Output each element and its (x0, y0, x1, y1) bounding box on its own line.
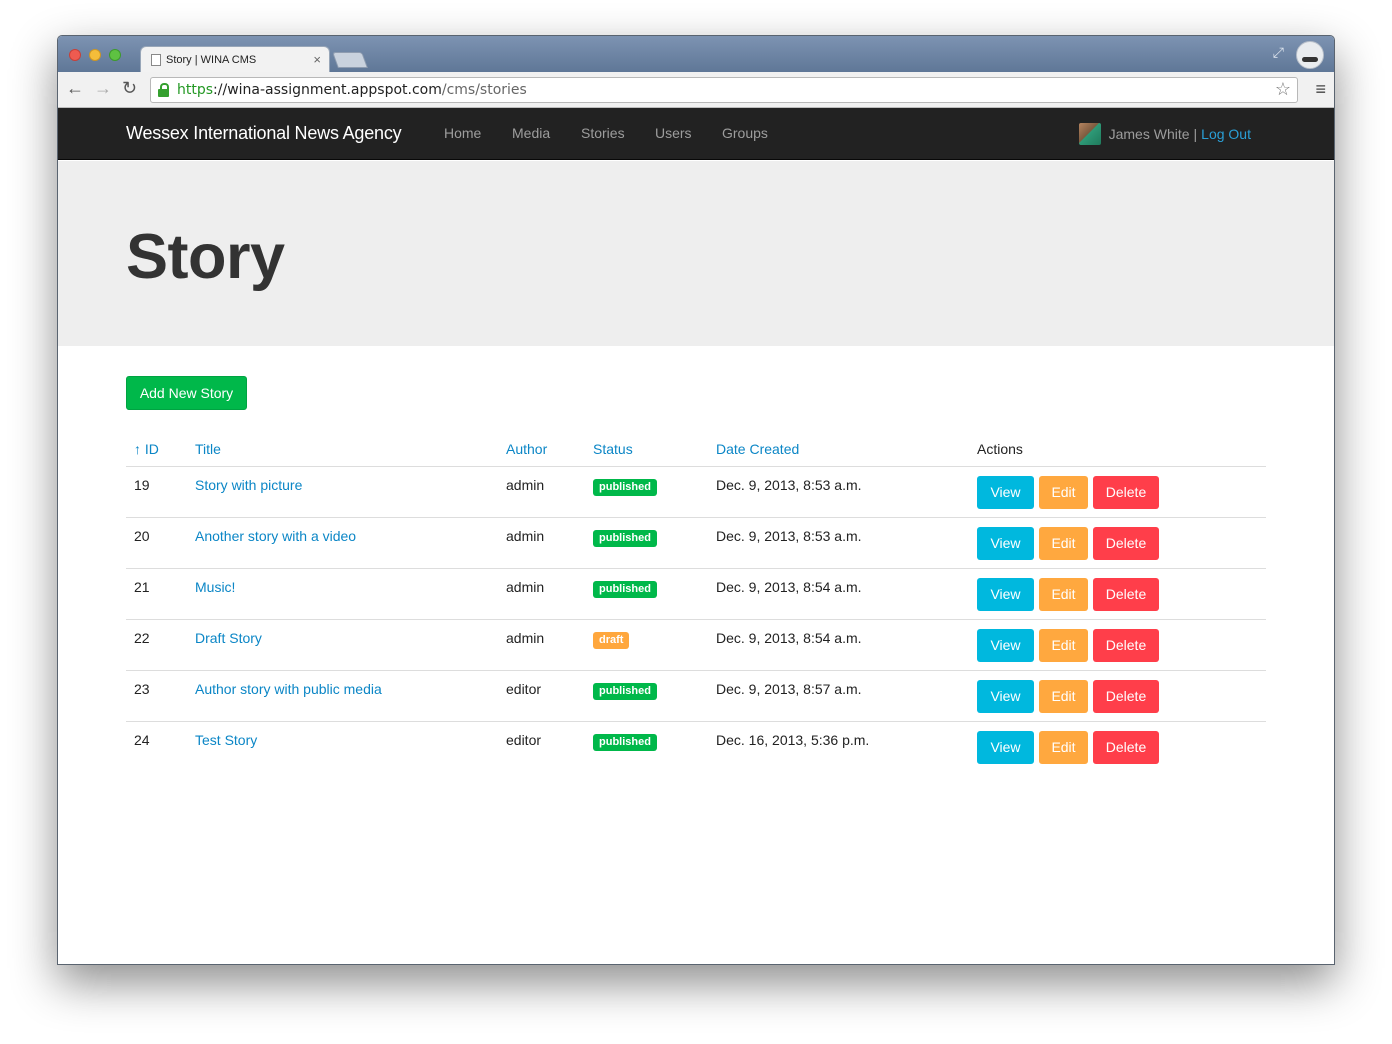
delete-button[interactable]: Delete (1093, 527, 1159, 560)
row-author: admin (506, 579, 545, 595)
edit-button[interactable]: Edit (1039, 629, 1088, 662)
brand-link[interactable]: Wessex International News Agency (126, 123, 402, 144)
table-row: 20 Another story with a video admin publ… (126, 518, 1266, 569)
browser-menu-icon[interactable]: ≡ (1315, 79, 1326, 100)
nav-link-users[interactable]: Users (655, 125, 692, 141)
browser-tab[interactable]: Story | WINA CMS × (140, 46, 330, 73)
status-badge: draft (593, 632, 630, 649)
page-icon (151, 54, 161, 66)
status-badge: published (593, 530, 657, 547)
column-header-author[interactable]: Author (506, 441, 547, 457)
incognito-icon (1296, 41, 1324, 69)
bookmark-star-icon[interactable]: ☆ (1275, 79, 1291, 100)
fullscreen-icon[interactable]: ⤢ (1273, 44, 1284, 61)
reload-icon[interactable]: ↻ (122, 78, 137, 99)
column-header-title[interactable]: Title (195, 441, 221, 457)
row-date-created: Dec. 9, 2013, 8:57 a.m. (716, 681, 862, 697)
table-row: 19 Story with picture admin published De… (126, 467, 1266, 518)
row-title-link[interactable]: Another story with a video (195, 528, 356, 544)
nav-link-media[interactable]: Media (512, 125, 550, 141)
column-header-id[interactable]: ↑ ID (134, 441, 159, 457)
user-name: James White (1108, 126, 1190, 142)
view-button[interactable]: View (977, 476, 1034, 509)
view-button[interactable]: View (977, 527, 1034, 560)
user-separator: | (1193, 126, 1198, 142)
nav-link-groups[interactable]: Groups (722, 125, 768, 141)
window-maximize-button[interactable] (109, 49, 121, 61)
delete-button[interactable]: Delete (1093, 629, 1159, 662)
table-row: 23 Author story with public media editor… (126, 671, 1266, 722)
row-title-link[interactable]: Author story with public media (195, 681, 382, 697)
delete-button[interactable]: Delete (1093, 731, 1159, 764)
row-id: 21 (134, 579, 150, 595)
status-badge: published (593, 479, 657, 496)
row-title-link[interactable]: Test Story (195, 732, 257, 748)
row-author: editor (506, 681, 542, 697)
view-button[interactable]: View (977, 731, 1034, 764)
row-title-link[interactable]: Story with picture (195, 477, 302, 493)
title-bar: Story | WINA CMS × ⤢ (58, 36, 1334, 73)
row-author: admin (506, 630, 545, 646)
forward-arrow-icon[interactable]: → (94, 78, 112, 99)
page-header: Story (58, 161, 1334, 346)
delete-button[interactable]: Delete (1093, 578, 1159, 611)
site-navbar: Wessex International News Agency Home Me… (58, 108, 1334, 160)
row-author: admin (506, 477, 545, 493)
delete-button[interactable]: Delete (1093, 476, 1159, 509)
row-author: admin (506, 528, 545, 544)
nav-link-home[interactable]: Home (444, 125, 481, 141)
window-minimize-button[interactable] (89, 49, 101, 61)
browser-toolbar: ← → ↻ https://wina-assignment.appspot.co… (58, 72, 1334, 108)
view-button[interactable]: View (977, 578, 1034, 611)
row-author: editor (506, 732, 542, 748)
row-title-link[interactable]: Music! (195, 579, 235, 595)
edit-button[interactable]: Edit (1039, 527, 1088, 560)
url-scheme: https (177, 82, 214, 98)
row-date-created: Dec. 9, 2013, 8:54 a.m. (716, 579, 862, 595)
new-tab-button[interactable] (332, 52, 368, 68)
page-title: Story (126, 222, 285, 292)
view-button[interactable]: View (977, 680, 1034, 713)
row-id: 20 (134, 528, 150, 544)
nav-link-stories[interactable]: Stories (581, 125, 625, 141)
address-bar[interactable]: https://wina-assignment.appspot.com/cms/… (150, 77, 1298, 103)
row-title-link[interactable]: Draft Story (195, 630, 262, 646)
edit-button[interactable]: Edit (1039, 578, 1088, 611)
row-date-created: Dec. 9, 2013, 8:53 a.m. (716, 528, 862, 544)
tab-close-icon[interactable]: × (313, 52, 321, 67)
logout-link[interactable]: Log Out (1201, 126, 1251, 142)
user-area: James White | Log Out (1078, 123, 1251, 145)
window-close-button[interactable] (69, 49, 81, 61)
browser-window: Story | WINA CMS × ⤢ ← → ↻ https://wina-… (57, 35, 1335, 965)
status-badge: published (593, 581, 657, 598)
table-row: 21 Music! admin published Dec. 9, 2013, … (126, 569, 1266, 620)
edit-button[interactable]: Edit (1039, 476, 1088, 509)
view-button[interactable]: View (977, 629, 1034, 662)
status-badge: published (593, 734, 657, 751)
add-new-story-button[interactable]: Add New Story (126, 376, 247, 410)
lock-icon (158, 83, 169, 97)
edit-button[interactable]: Edit (1039, 680, 1088, 713)
row-date-created: Dec. 9, 2013, 8:54 a.m. (716, 630, 862, 646)
tab-title: Story | WINA CMS (166, 54, 257, 66)
row-id: 24 (134, 732, 150, 748)
table-row: 24 Test Story editor published Dec. 16, … (126, 722, 1266, 773)
edit-button[interactable]: Edit (1039, 731, 1088, 764)
row-id: 19 (134, 477, 150, 493)
column-header-date-created[interactable]: Date Created (716, 441, 799, 457)
row-date-created: Dec. 9, 2013, 8:53 a.m. (716, 477, 862, 493)
url-text[interactable]: https://wina-assignment.appspot.com/cms/… (177, 82, 527, 98)
row-date-created: Dec. 16, 2013, 5:36 p.m. (716, 732, 870, 748)
table-row: 22 Draft Story admin draft Dec. 9, 2013,… (126, 620, 1266, 671)
back-arrow-icon[interactable]: ← (66, 78, 84, 99)
status-badge: published (593, 683, 657, 700)
avatar (1078, 123, 1101, 145)
url-host: ://wina-assignment.appspot.com (213, 82, 442, 98)
delete-button[interactable]: Delete (1093, 680, 1159, 713)
row-id: 22 (134, 630, 150, 646)
url-path: /cms/stories (441, 82, 527, 98)
column-header-status[interactable]: Status (593, 441, 633, 457)
column-header-actions: Actions (977, 441, 1023, 457)
row-id: 23 (134, 681, 150, 697)
